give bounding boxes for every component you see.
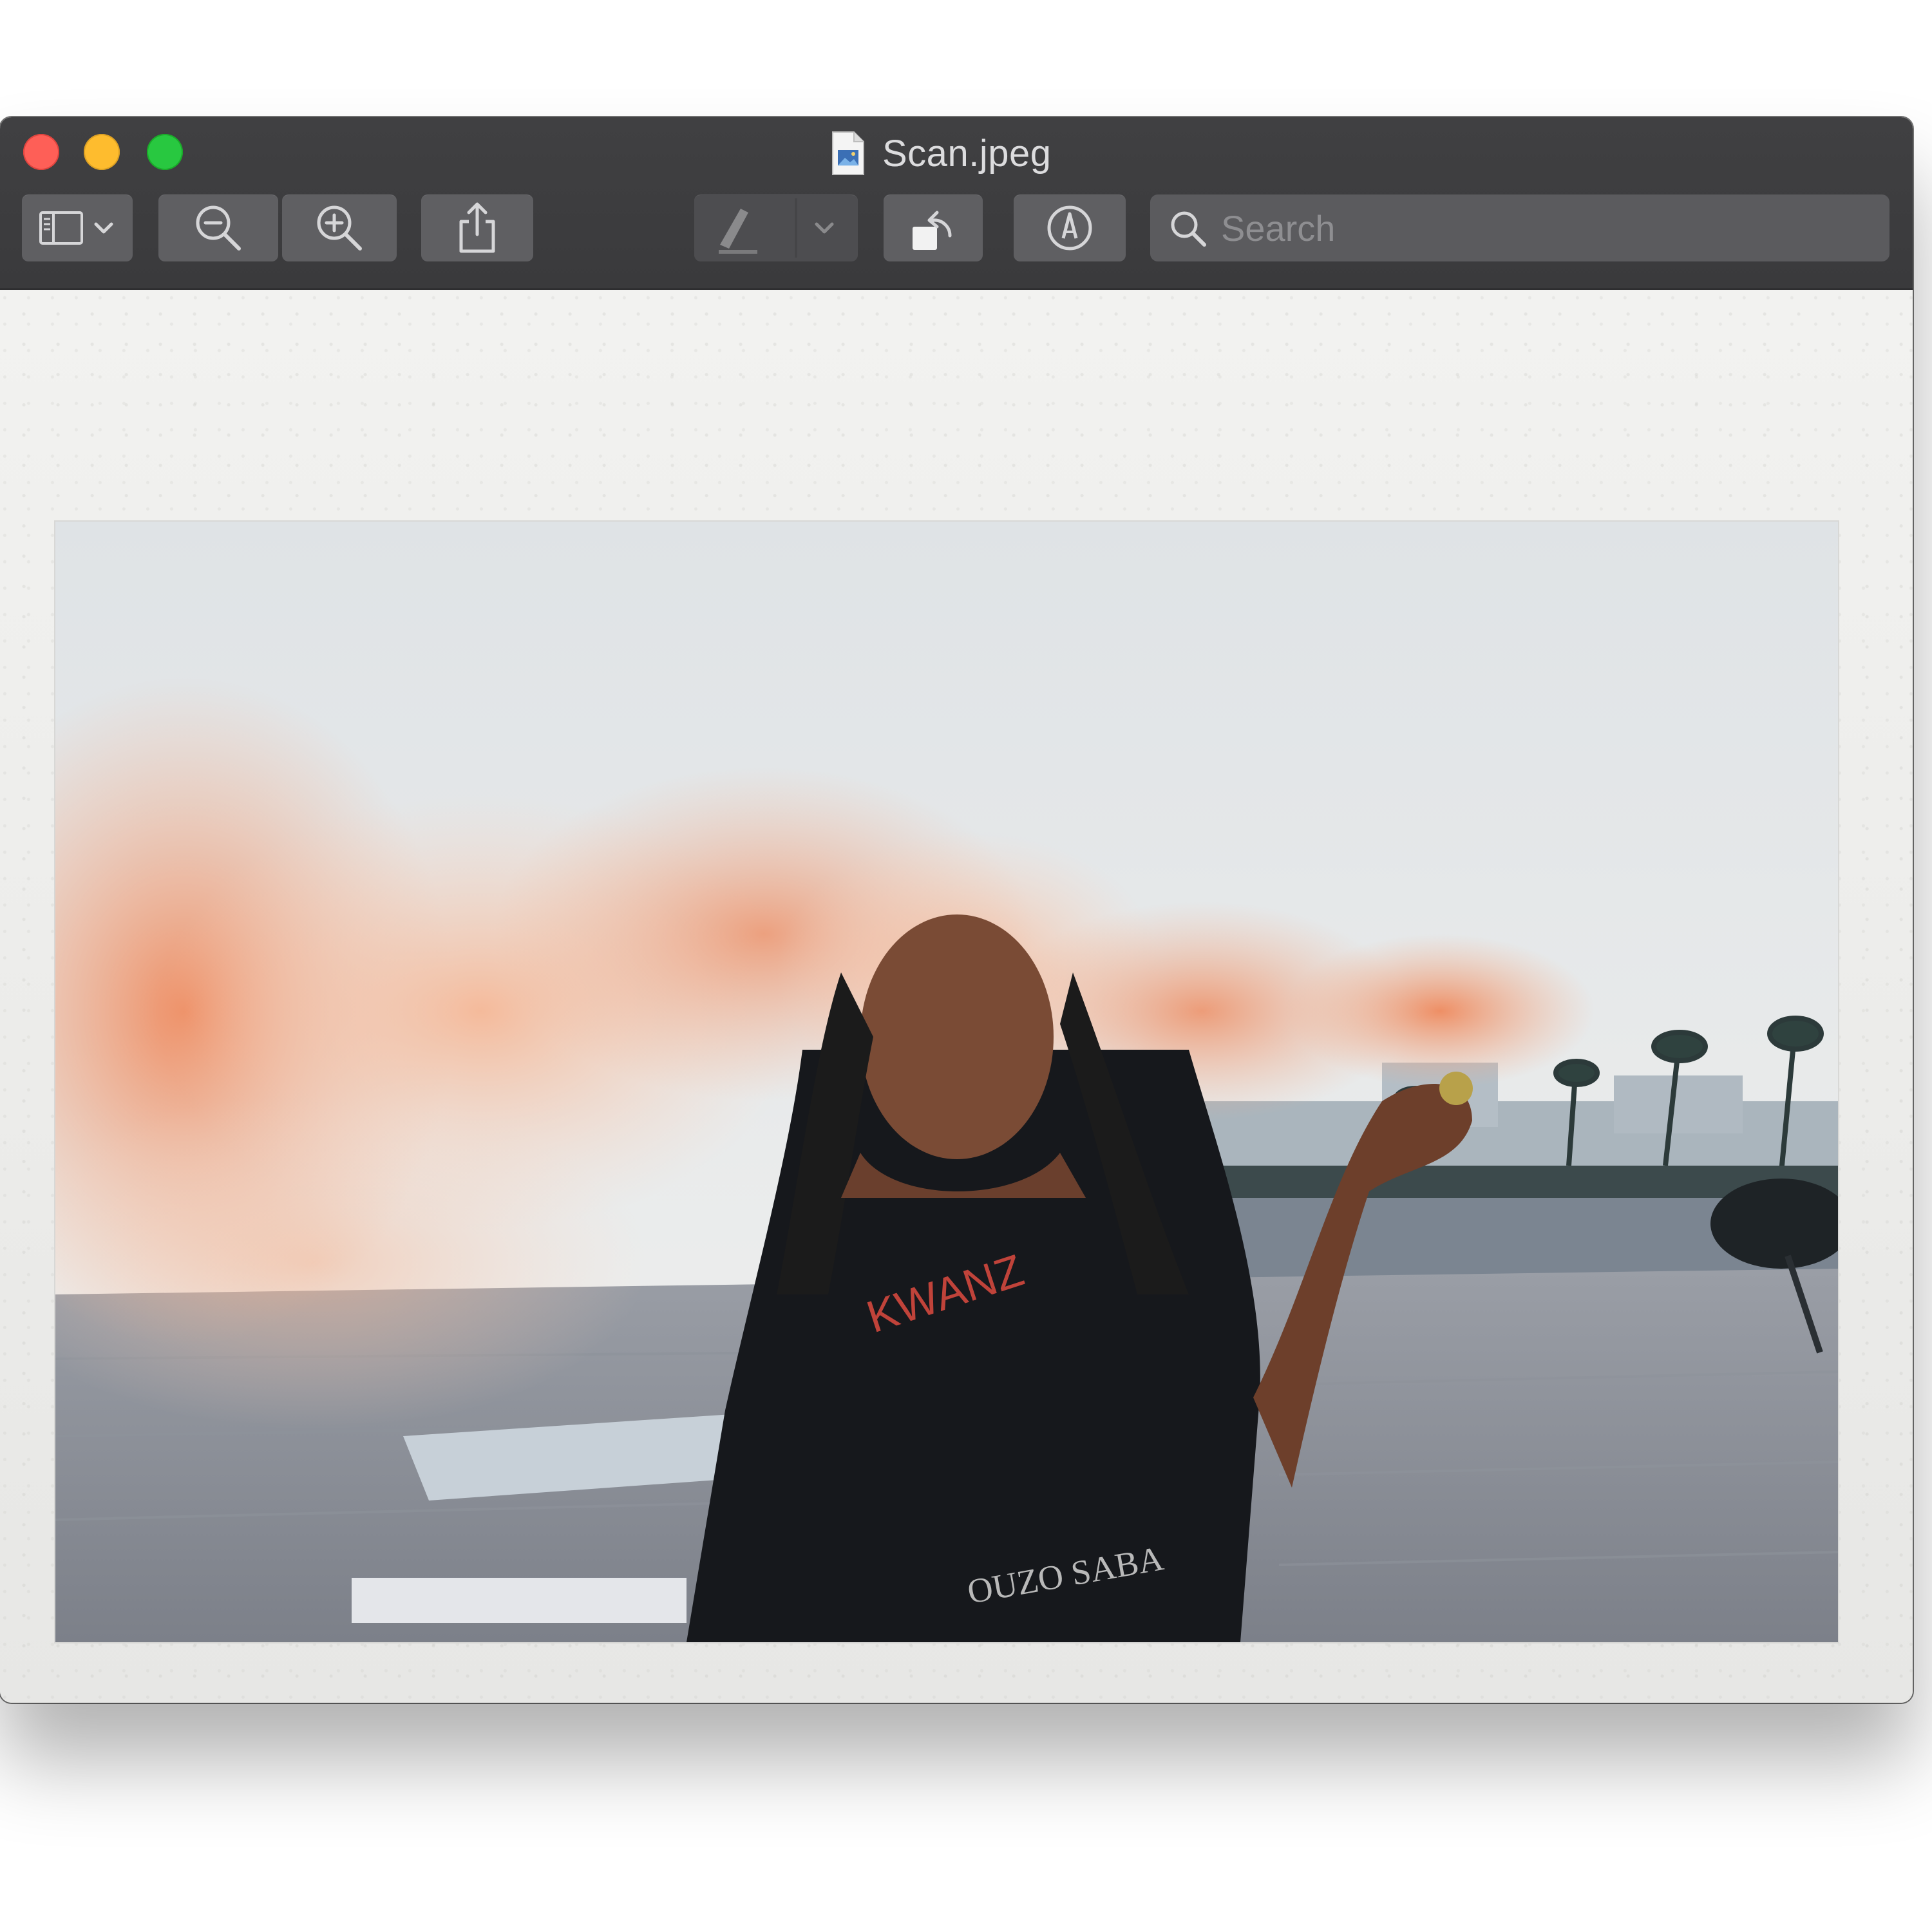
search-icon <box>1171 211 1206 247</box>
zoom-out-icon <box>196 205 241 251</box>
chevron-down-icon <box>815 222 834 234</box>
photo-image: KWANZ OUZO SABA <box>55 522 1838 1642</box>
desktop: Scan.jpeg Search KWANZ OUZO SABA <box>0 0 1932 1932</box>
close-window-button[interactable] <box>23 134 59 170</box>
sidebar-button[interactable] <box>22 194 133 261</box>
window-title: Scan.jpeg <box>882 132 1052 175</box>
share-button[interactable] <box>421 194 533 261</box>
window-title-area: Scan.jpeg <box>831 130 1051 176</box>
zoom-window-button[interactable] <box>147 134 183 170</box>
markup-pen-icon <box>1047 205 1092 251</box>
rotate-left-icon <box>913 211 952 250</box>
highlighter-icon <box>719 198 797 258</box>
rotate-button[interactable] <box>884 194 983 261</box>
highlight-button[interactable] <box>694 194 858 261</box>
minimize-window-button[interactable] <box>84 134 120 170</box>
zoom-in-icon <box>317 205 362 251</box>
scanned-photo: KWANZ OUZO SABA <box>54 520 1839 1643</box>
search-input[interactable] <box>1220 202 1866 254</box>
preview-window: Scan.jpeg Search KWANZ OUZO SABA <box>0 117 1913 1703</box>
zoom-out-button[interactable] <box>158 194 278 261</box>
jpeg-document-icon <box>832 131 864 175</box>
zoom-in-button[interactable] <box>282 194 397 261</box>
document-view[interactable]: KWANZ OUZO SABA <box>0 290 1913 1703</box>
title-toolbar: Scan.jpeg <box>0 117 1913 290</box>
sidebar-icon <box>39 211 83 245</box>
share-icon <box>459 202 495 253</box>
search-field[interactable] <box>1150 194 1889 261</box>
chevron-down-icon <box>94 222 113 234</box>
markup-button[interactable] <box>1014 194 1126 261</box>
